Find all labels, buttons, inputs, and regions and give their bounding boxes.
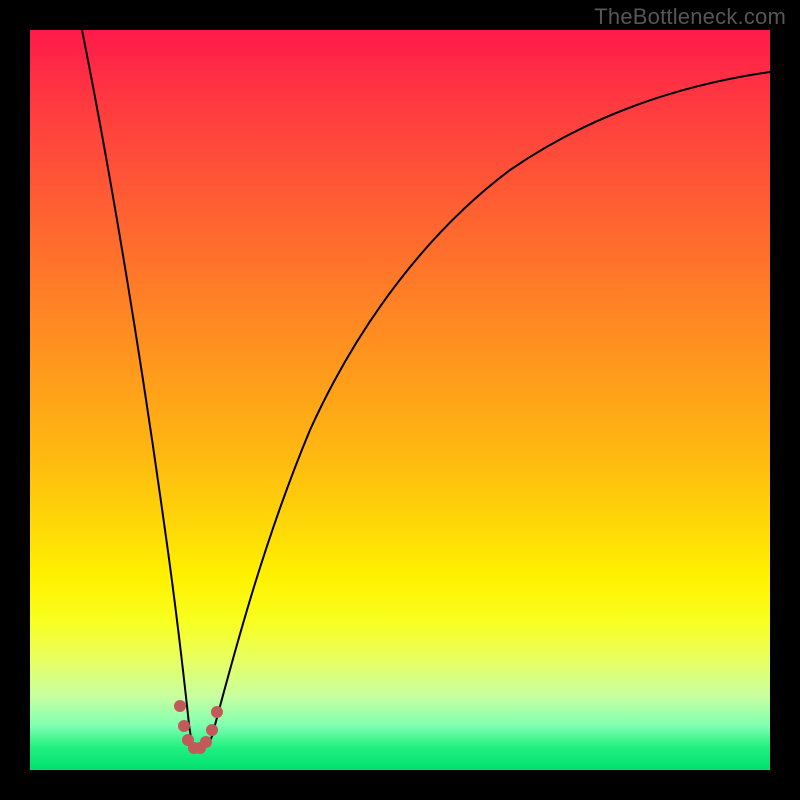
curve-right-branch [212,72,770,736]
min-dot [174,700,186,712]
min-dot [200,736,212,748]
curve-left-branch [82,30,188,715]
plot-area [30,30,770,770]
min-dot [206,724,218,736]
bottleneck-curve [30,30,770,770]
watermark-text: TheBottleneck.com [594,4,786,30]
min-dot [211,706,223,718]
min-dot [178,720,190,732]
chart-frame: TheBottleneck.com [0,0,800,800]
